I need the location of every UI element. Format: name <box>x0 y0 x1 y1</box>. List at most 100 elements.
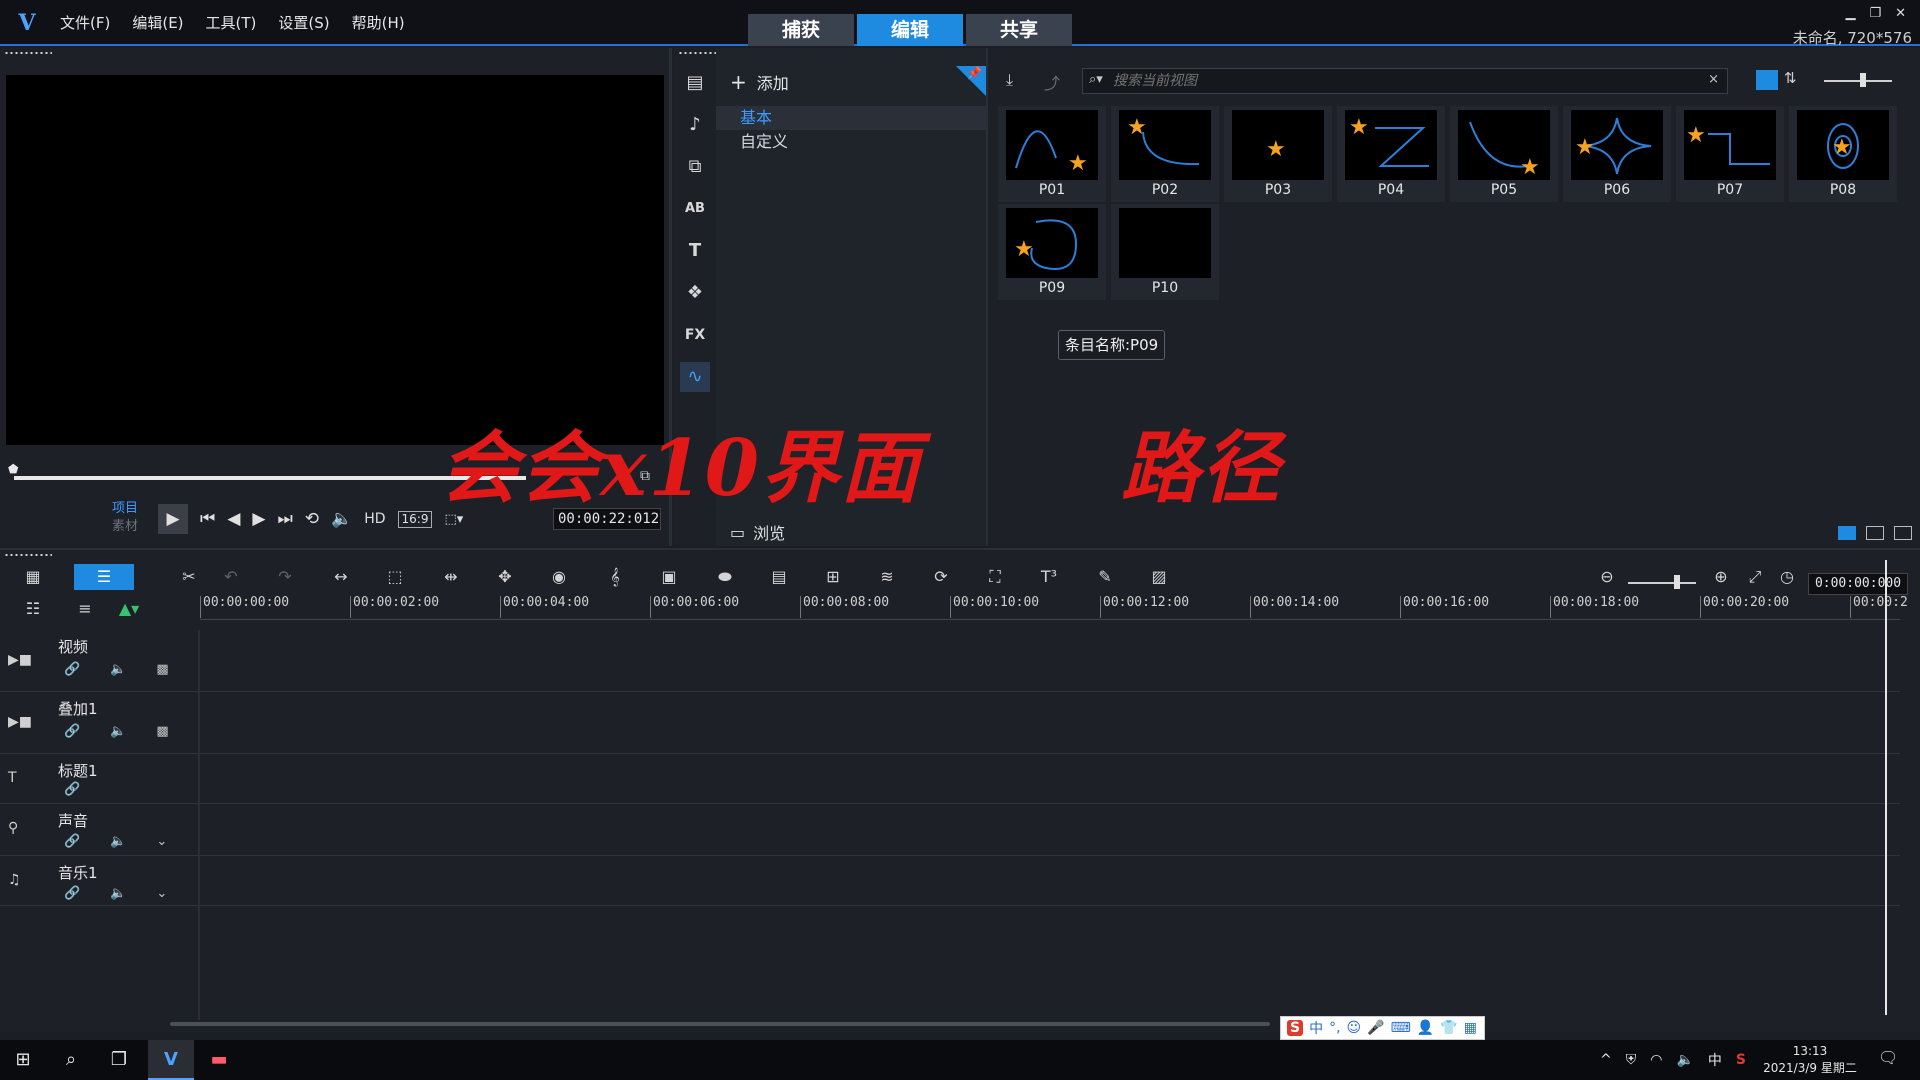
tab-share[interactable]: 共享 <box>966 14 1072 46</box>
task-view-icon[interactable]: ❐ <box>96 1040 142 1080</box>
notification-icon[interactable]: 🗨 <box>1878 1048 1898 1067</box>
add-button[interactable]: + 添加 <box>730 70 789 94</box>
chapter-icon[interactable]: ≡ <box>70 596 100 622</box>
menu-edit[interactable]: 编辑(E) <box>132 12 183 33</box>
thumbnail-p09[interactable]: ★ P09 <box>998 204 1106 300</box>
move-icon[interactable]: ✥ <box>490 564 520 590</box>
track-header-title1[interactable]: T 标题1 🔗 <box>0 754 198 804</box>
record-capture-icon[interactable]: ⬚ <box>380 564 410 590</box>
browse-button[interactable]: ▭ 浏览 <box>730 520 785 544</box>
track-expand-icon[interactable]: ⌄ <box>156 834 167 849</box>
trim-icon[interactable]: ⧉ <box>640 468 650 484</box>
system-clock[interactable]: 13:13 2021/3/9 星期二 <box>1760 1043 1860 1077</box>
menu-help[interactable]: 帮助(H) <box>352 12 405 33</box>
sogou-tray-icon[interactable]: S <box>1736 1052 1746 1068</box>
punctuation-icon[interactable]: °, <box>1329 1020 1340 1036</box>
zoom-in-icon[interactable]: ⊕ <box>1706 564 1736 590</box>
stop-motion-icon[interactable]: ▨ <box>1144 564 1174 590</box>
tab-edit[interactable]: 编辑 <box>857 14 963 46</box>
track-row-music1[interactable] <box>200 856 1900 906</box>
network-icon[interactable]: ◠ <box>1650 1052 1662 1068</box>
thumbnail-p06[interactable]: ★ P06 <box>1563 106 1671 202</box>
clear-icon[interactable]: × <box>1708 72 1719 87</box>
crop-icon[interactable]: ⛶ <box>980 564 1010 590</box>
security-icon[interactable]: ⛨ <box>1626 1052 1637 1068</box>
volume-icon[interactable]: 🔈 <box>331 509 352 529</box>
skin-icon[interactable]: 👕 <box>1440 1020 1457 1036</box>
painting-icon[interactable]: ✎ <box>1090 564 1120 590</box>
search-input[interactable] <box>1113 71 1693 91</box>
thumbnail-p01[interactable]: ★ P01 <box>998 106 1106 202</box>
undo-icon[interactable]: ↶ <box>216 564 246 590</box>
hd-preview-button[interactable]: HD <box>364 511 385 527</box>
text-icon[interactable]: T <box>680 236 710 266</box>
next-frame-icon[interactable]: ▶ <box>252 509 265 529</box>
clock-icon[interactable]: ◷ <box>1772 564 1802 590</box>
multi-camera-icon[interactable]: ⊞ <box>818 564 848 590</box>
ripple-link-icon[interactable]: 🔗 <box>64 724 80 739</box>
ripple-link-icon[interactable]: 🔗 <box>64 782 80 797</box>
go-start-icon[interactable]: ⏮ <box>200 509 215 529</box>
panel-grip[interactable] <box>4 553 52 557</box>
instant-project-icon[interactable]: ♪ <box>680 110 710 140</box>
voice-input-icon[interactable]: 🎤 <box>1367 1020 1384 1036</box>
fit-icon[interactable]: ↔ <box>326 564 356 590</box>
track-mute-icon[interactable]: 🔈 <box>110 662 126 677</box>
display-options-icon[interactable]: ⬚▾ <box>444 512 463 527</box>
tray-expand-icon[interactable]: ^ <box>1600 1052 1612 1068</box>
color-icon[interactable]: ◉ <box>544 564 574 590</box>
track-transparency-icon[interactable]: ▩ <box>156 724 168 739</box>
motion-icon[interactable]: ▣ <box>654 564 684 590</box>
go-end-icon[interactable]: ⏭ <box>277 509 292 529</box>
audio-wave-icon[interactable]: 𝄞 <box>600 564 630 590</box>
storyboard-view-icon[interactable]: ▦ <box>18 564 48 590</box>
preview-timecode[interactable]: 00:00:22:012 <box>553 508 661 530</box>
restore-icon[interactable]: ❐ <box>1869 6 1881 21</box>
menu-settings[interactable]: 设置(S) <box>278 12 329 33</box>
timeline-timecode[interactable]: 0:00:00:000 <box>1808 573 1908 595</box>
timeline-view-icon[interactable]: ☰ <box>74 564 134 590</box>
view-mode-button[interactable] <box>1756 70 1778 90</box>
keyboard-icon[interactable]: ⌨ <box>1391 1020 1411 1036</box>
library-split-icon[interactable] <box>1866 526 1884 540</box>
media-icon[interactable]: ▤ <box>680 68 710 98</box>
videostudio-taskbar-icon[interactable]: V <box>148 1040 194 1080</box>
track-transparency-icon[interactable]: ▩ <box>156 662 168 677</box>
ripple-link-icon[interactable]: 🔗 <box>64 834 80 849</box>
timeline-horizontal-scrollbar[interactable] <box>170 1022 1270 1026</box>
timeline-zoom-knob[interactable] <box>1674 575 1680 589</box>
aspect-ratio-button[interactable]: 16:9 <box>397 510 433 528</box>
thumbnail-p05[interactable]: ★ P05 <box>1450 106 1558 202</box>
thumbnail-p08[interactable]: ★ P08 <box>1789 106 1897 202</box>
import-icon[interactable]: ⤓ <box>1006 70 1013 90</box>
close-icon[interactable]: ✕ <box>1895 6 1906 21</box>
track-mute-icon[interactable]: 🔈 <box>110 834 126 849</box>
category-custom[interactable]: 自定义 <box>716 130 986 154</box>
track-manager-icon[interactable]: ☷ <box>18 596 48 622</box>
track-row-video[interactable] <box>200 630 1900 692</box>
project-mode-label[interactable]: 项目 <box>112 500 138 518</box>
track-row-overlay1[interactable] <box>200 692 1900 754</box>
menu-tools[interactable]: 工具(T) <box>206 12 257 33</box>
minimize-icon[interactable]: ▁ <box>1845 6 1855 21</box>
track-header-video[interactable]: ▶■ 视频 🔗 🔈 ▩ <box>0 630 198 692</box>
ime-menu-icon[interactable]: ▦ <box>1464 1020 1477 1036</box>
ripple-link-icon[interactable]: 🔗 <box>64 662 80 677</box>
repeat-icon[interactable]: ⟲ <box>305 509 319 529</box>
time-remap-icon[interactable]: ≋ <box>872 564 902 590</box>
user-icon[interactable]: 👤 <box>1417 1020 1434 1036</box>
play-button[interactable]: ▶ <box>158 504 188 534</box>
graphics-icon[interactable]: ❖ <box>680 278 710 308</box>
timeline-zoom-slider[interactable] <box>1628 582 1696 584</box>
transition-icon[interactable]: ⧉ <box>680 152 710 182</box>
playhead[interactable] <box>1885 560 1887 1015</box>
clip-mode-label[interactable]: 素材 <box>112 518 138 536</box>
tools-icon[interactable]: ✂ <box>174 564 204 590</box>
panel-grip[interactable] <box>4 51 52 55</box>
scrub-bar[interactable] <box>14 476 526 480</box>
track-header-overlay1[interactable]: ▶■ 叠加1 🔗 🔈 ▩ <box>0 692 198 754</box>
thumbnail-p04[interactable]: ★ P04 <box>1337 106 1445 202</box>
thumbnail-p02[interactable]: ★ P02 <box>1111 106 1219 202</box>
tray-language[interactable]: 中 <box>1708 1050 1722 1070</box>
ripple-link-icon[interactable]: 🔗 <box>64 886 80 901</box>
